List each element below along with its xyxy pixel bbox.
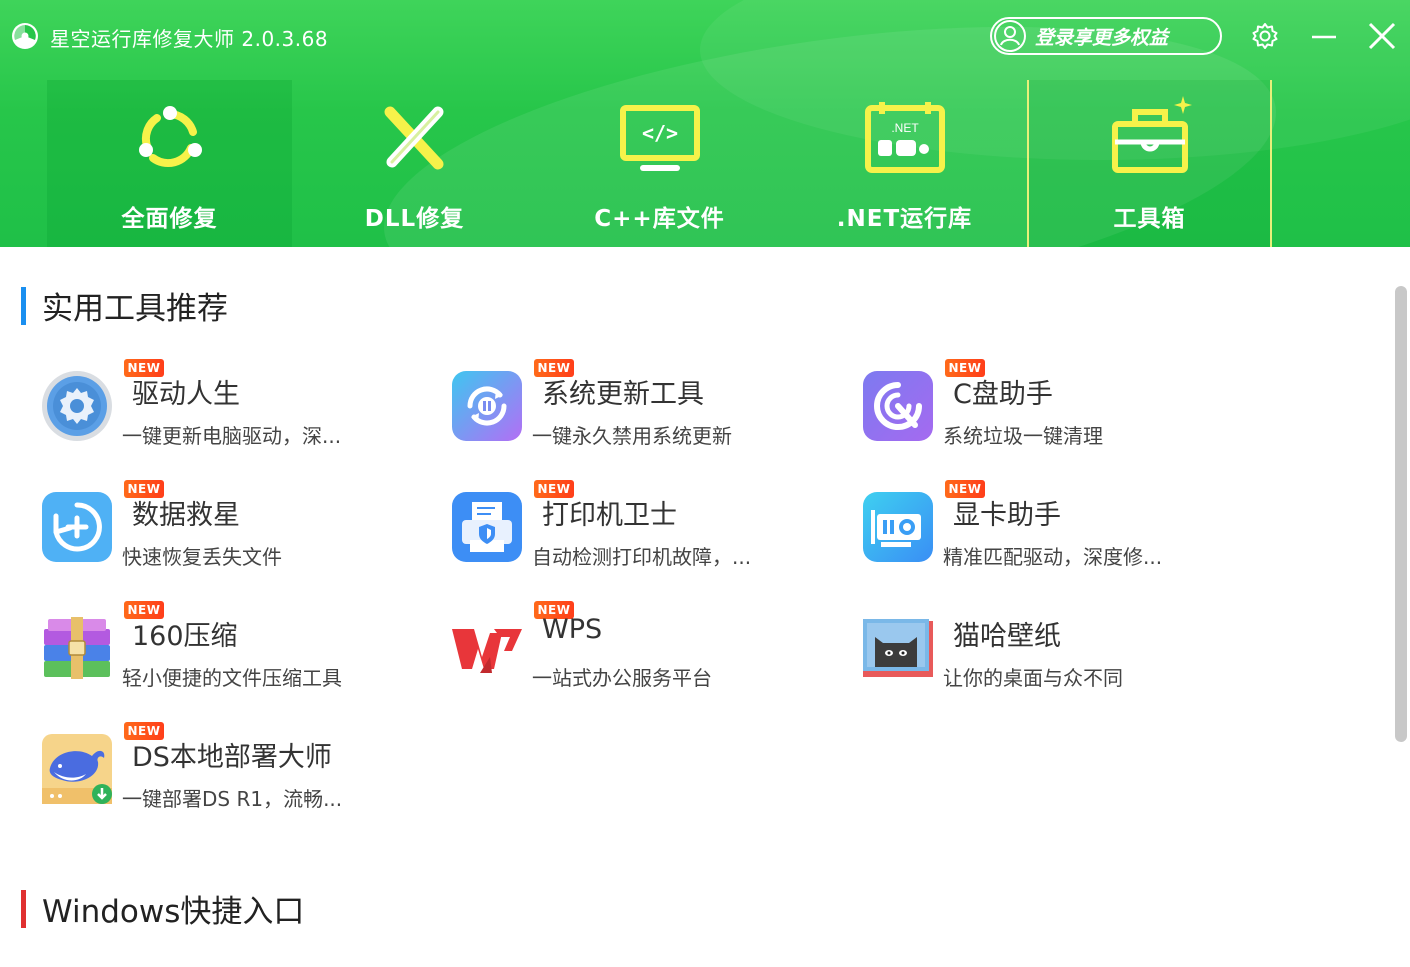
tool-name: 160压缩 (132, 621, 238, 652)
tab-label: 工具箱 (1113, 206, 1186, 232)
tool-desc: 轻小便捷的文件压缩工具 (122, 666, 342, 690)
tool-name: DS本地部署大师 (132, 742, 332, 773)
tool-desc: 一站式办公服务平台 (532, 666, 712, 690)
gear-icon (1252, 23, 1278, 49)
tool-card-cat-wallpaper[interactable]: 猫哈壁纸 让你的桌面与众不同 (861, 597, 1241, 697)
tool-card-driver[interactable]: NEW 驱动人生 一键更新电脑驱动，深... (40, 355, 420, 455)
tool-card-gpu-helper[interactable]: NEW 显卡助手 精准匹配驱动，深度修... (861, 476, 1241, 576)
toolbox-icon (1111, 96, 1192, 173)
section-accent-bar (21, 286, 26, 325)
code-monitor-icon: </> (619, 105, 700, 171)
minimize-button[interactable] (1306, 18, 1342, 54)
tool-name: 猫哈壁纸 (953, 621, 1061, 652)
gear-icon (42, 371, 112, 441)
settings-button[interactable] (1247, 18, 1283, 54)
tool-desc: 系统垃圾一键清理 (943, 424, 1103, 448)
tool-name: 打印机卫士 (542, 500, 677, 531)
tool-card-160-compress[interactable]: NEW 160压缩 轻小便捷的文件压缩工具 (40, 597, 420, 697)
tab-label: 全面修复 (121, 206, 218, 232)
title-bar: 星空运行库修复大师 2.0.3.68 登录享更多权益 (0, 0, 1410, 70)
section-accent-bar (21, 889, 26, 928)
tool-desc: 让你的桌面与众不同 (943, 666, 1123, 690)
tool-name: 显卡助手 (953, 500, 1061, 531)
repair-cycle-icon (138, 106, 202, 168)
dotnet-calendar-icon: .NET (864, 102, 945, 173)
section-header-tools: 实用工具推荐 (21, 283, 228, 328)
dll-tools-icon (384, 106, 443, 170)
update-pause-icon (452, 371, 522, 441)
tab-cpp-libs[interactable]: </> C++库文件 (537, 80, 782, 247)
tab-label: C++库文件 (594, 206, 725, 232)
vertical-scrollbar[interactable] (1395, 286, 1407, 742)
tool-desc: 快速恢复丢失文件 (122, 545, 282, 569)
section-title: 实用工具推荐 (42, 291, 228, 327)
app-title: 星空运行库修复大师 2.0.3.68 (50, 27, 329, 51)
close-icon (1368, 22, 1396, 50)
wps-logo-icon (452, 629, 522, 673)
section-header-windows: Windows快捷入口 (21, 886, 304, 931)
tool-desc: 一键部署DS R1，流畅... (122, 787, 343, 811)
tool-name: C盘助手 (953, 379, 1053, 410)
tool-card-data-rescue[interactable]: NEW 数据救星 快速恢复丢失文件 (40, 476, 420, 576)
login-label: 登录享更多权益 (1035, 26, 1169, 49)
tab-dotnet-runtime[interactable]: .NET .NET运行库 (782, 80, 1027, 247)
graphics-card-icon (863, 492, 933, 562)
close-button[interactable] (1364, 18, 1400, 54)
minimize-icon (1312, 35, 1336, 39)
tool-desc: 精准匹配驱动，深度修... (943, 545, 1163, 569)
printer-shield-icon (452, 492, 522, 562)
tab-toolbox[interactable]: 工具箱 (1027, 80, 1272, 247)
tool-name: 驱动人生 (132, 379, 240, 410)
section-title: Windows快捷入口 (42, 894, 305, 930)
svg-text:.NET: .NET (891, 121, 919, 135)
tool-name: WPS (542, 614, 603, 645)
tab-full-repair[interactable]: 全面修复 (47, 80, 292, 247)
tab-label: DLL修复 (364, 206, 465, 232)
user-avatar-icon (994, 20, 1026, 52)
app-header: 星空运行库修复大师 2.0.3.68 登录享更多权益 全面修复 DLL修复 </… (0, 0, 1410, 247)
tab-label: .NET运行库 (836, 206, 973, 232)
tool-desc: 一键更新电脑驱动，深... (122, 424, 342, 448)
tool-name: 数据救星 (132, 500, 240, 531)
tool-card-ds-deploy[interactable]: NEW DS本地部署大师 一键部署DS R1，流畅... (40, 718, 420, 818)
cat-wallpaper-icon (863, 619, 933, 677)
tool-desc: 一键永久禁用系统更新 (532, 424, 732, 448)
login-button[interactable]: 登录享更多权益 (990, 17, 1222, 55)
tool-card-c-drive[interactable]: NEW C盘助手 系统垃圾一键清理 (861, 355, 1241, 455)
whale-deploy-icon (42, 734, 112, 804)
data-restore-icon (42, 492, 112, 562)
disk-cleaner-icon (863, 371, 933, 441)
svg-text:</>: </> (641, 121, 677, 145)
app-logo-icon (12, 23, 38, 49)
main-nav: 全面修复 DLL修复 </> C++库文件 .NET .NET运行库 工具箱 (47, 80, 1272, 247)
tool-desc: 自动检测打印机故障，... (532, 545, 752, 569)
tool-name: 系统更新工具 (542, 379, 704, 410)
tool-card-system-update[interactable]: NEW 系统更新工具 一键永久禁用系统更新 (450, 355, 830, 455)
archive-books-icon (44, 617, 110, 679)
tool-card-wps[interactable]: NEW WPS 一站式办公服务平台 (450, 597, 830, 697)
tool-card-printer-guard[interactable]: NEW 打印机卫士 自动检测打印机故障，... (450, 476, 830, 576)
tab-dll-repair[interactable]: DLL修复 (292, 80, 537, 247)
